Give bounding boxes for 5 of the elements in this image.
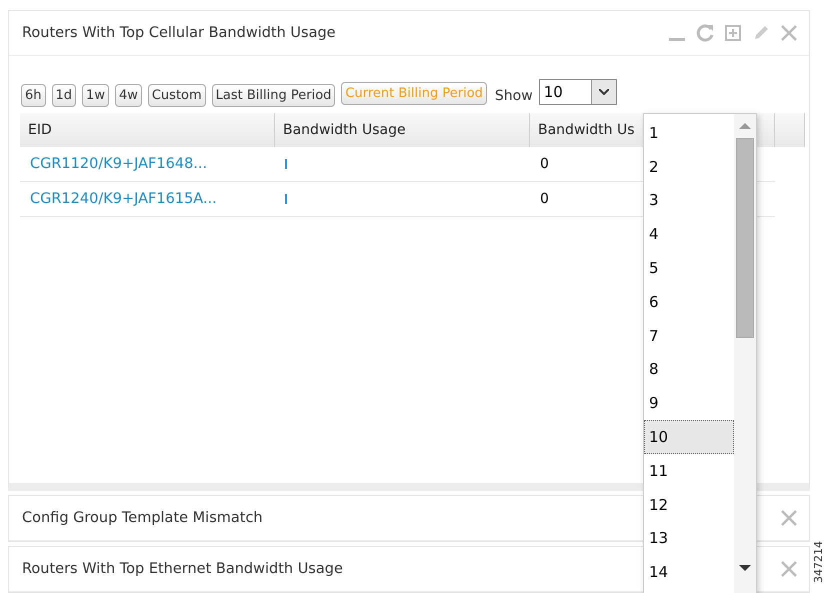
show-label: Show [494, 88, 533, 104]
panel-title: Routers With Top Ethernet Bandwidth Usage [22, 561, 343, 577]
figure-number: 347214 [812, 540, 826, 585]
panel-title: Routers With Top Cellular Bandwidth Usage [22, 25, 336, 41]
panel-title: Config Group Template Mismatch [22, 510, 263, 526]
